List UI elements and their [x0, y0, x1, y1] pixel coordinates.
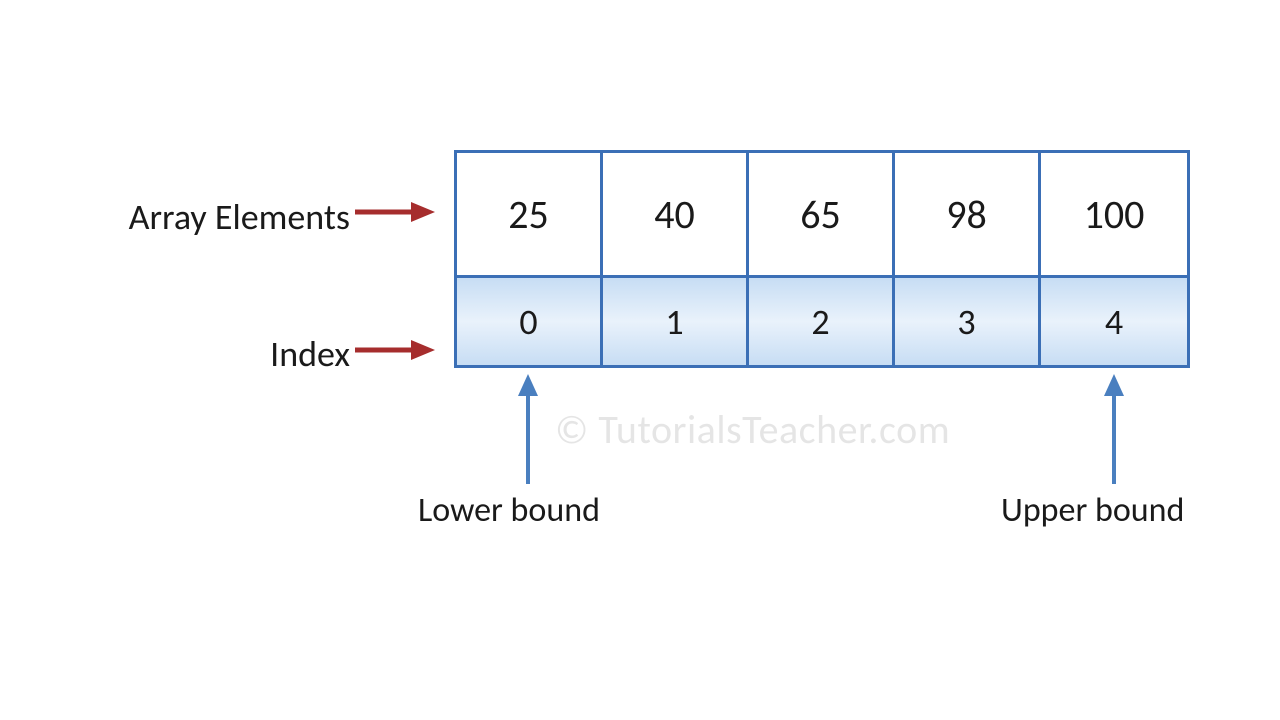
element-cell: 98 — [895, 153, 1041, 275]
watermark-text: © TutorialsTeacher.com — [555, 405, 950, 454]
array-table: 25 40 65 98 100 0 1 2 3 4 — [454, 150, 1190, 368]
index-cell: 1 — [603, 275, 749, 365]
label-array-elements: Array Elements — [90, 195, 350, 239]
arrow-right-icon — [355, 338, 435, 362]
elements-row: 25 40 65 98 100 — [457, 153, 1187, 275]
index-row: 0 1 2 3 4 — [457, 275, 1187, 365]
index-cell: 2 — [749, 275, 895, 365]
element-cell: 40 — [603, 153, 749, 275]
element-cell: 100 — [1041, 153, 1187, 275]
index-cell: 3 — [895, 275, 1041, 365]
label-upper-bound: Upper bound — [1001, 490, 1184, 531]
arrow-right-icon — [355, 200, 435, 224]
element-cell: 65 — [749, 153, 895, 275]
index-cell: 4 — [1041, 275, 1187, 365]
element-cell: 25 — [457, 153, 603, 275]
arrow-up-icon — [1102, 374, 1126, 484]
label-lower-bound: Lower bound — [418, 490, 600, 531]
diagram-stage: Array Elements Index 25 40 65 98 100 0 1… — [0, 0, 1280, 720]
index-cell: 0 — [457, 275, 603, 365]
arrow-up-icon — [516, 374, 540, 484]
label-index: Index — [90, 332, 350, 376]
